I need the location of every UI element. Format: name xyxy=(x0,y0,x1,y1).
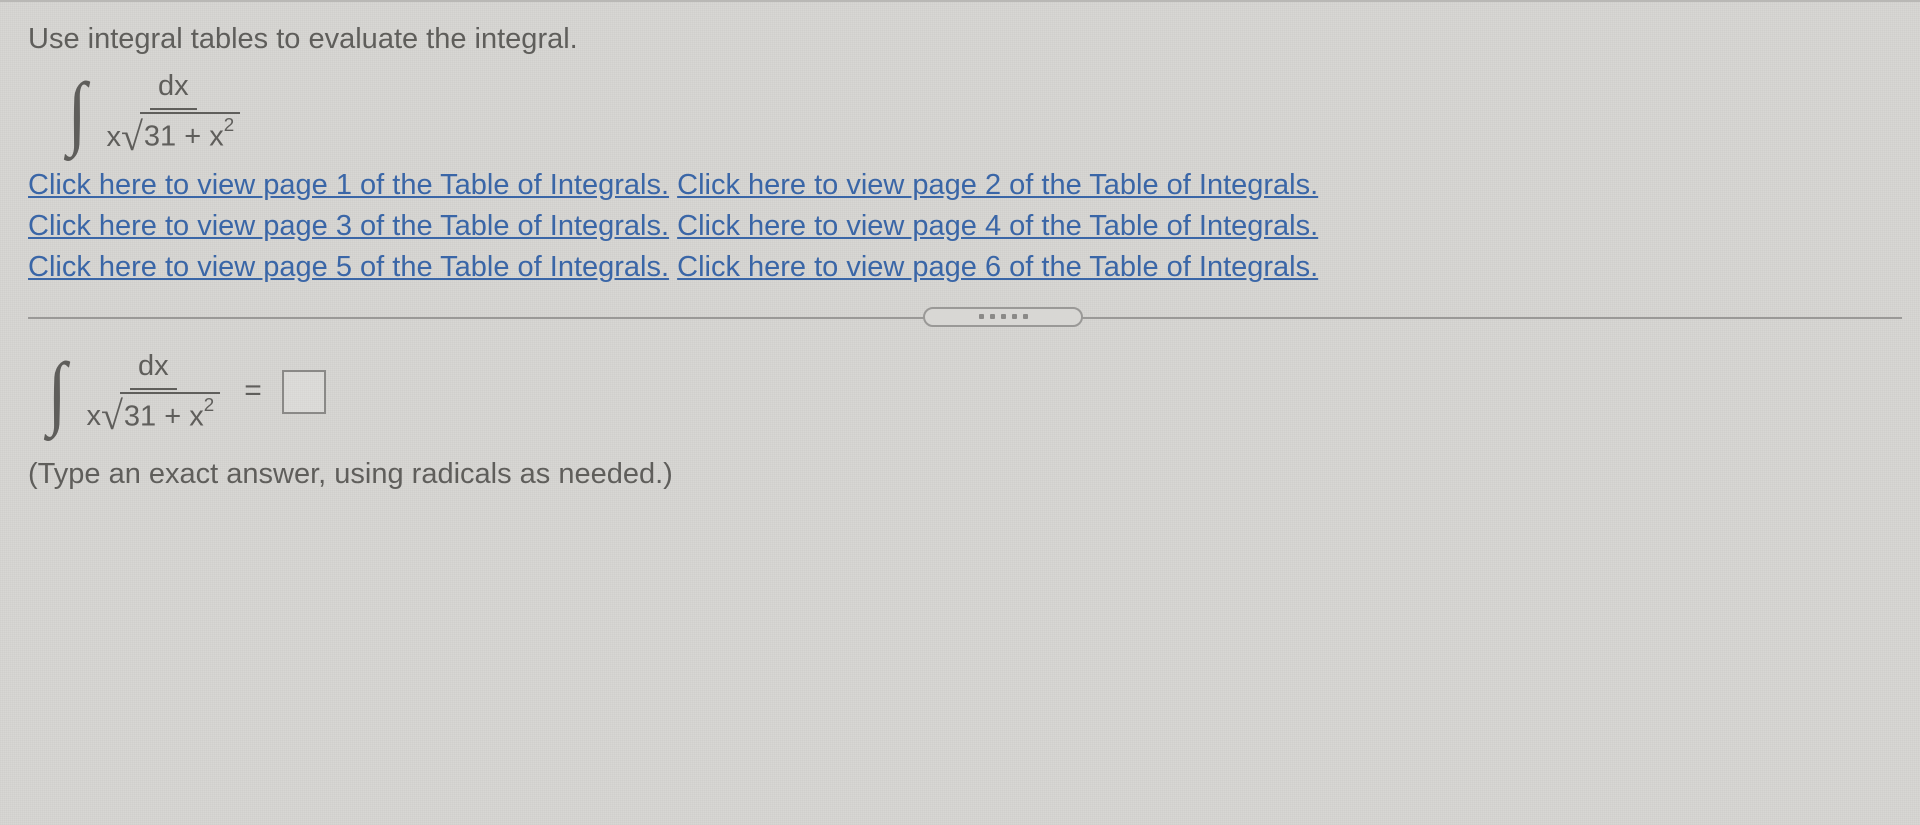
link-table-page-2[interactable]: Click here to view page 2 of the Table o… xyxy=(677,169,1318,201)
dot-icon xyxy=(979,314,984,319)
link-table-page-3[interactable]: Click here to view page 3 of the Table o… xyxy=(28,210,669,242)
link-table-page-5[interactable]: Click here to view page 5 of the Table o… xyxy=(28,251,669,283)
denominator-prefix: x xyxy=(86,397,101,436)
dot-icon xyxy=(1012,314,1017,319)
section-divider xyxy=(28,307,1902,327)
radicand: 31 + x2 xyxy=(120,392,220,437)
exponent: 2 xyxy=(224,114,234,135)
expand-handle[interactable] xyxy=(923,307,1083,327)
fraction-numerator: dx xyxy=(130,347,177,390)
link-table-page-1[interactable]: Click here to view page 1 of the Table o… xyxy=(28,169,669,201)
dot-icon xyxy=(1001,314,1006,319)
fraction-denominator: x √ 31 + x2 xyxy=(102,110,244,157)
fraction: dx x √ 31 + x2 xyxy=(82,347,224,437)
exponent: 2 xyxy=(204,394,214,415)
integral-answer-row: ∫ dx x √ 31 + x2 = xyxy=(46,347,1902,437)
fraction-denominator: x √ 31 + x2 xyxy=(82,390,224,437)
problem-prompt: Use integral tables to evaluate the inte… xyxy=(28,20,1902,59)
reference-links: Click here to view page 1 of the Table o… xyxy=(28,165,1902,289)
integral-sign-icon: ∫ xyxy=(48,357,67,427)
square-root: √ 31 + x2 xyxy=(121,112,240,157)
integral-expression-top: ∫ dx x √ 31 + x2 xyxy=(66,67,1902,157)
dot-icon xyxy=(990,314,995,319)
radicand-base: 31 + x xyxy=(144,121,224,153)
link-table-page-6[interactable]: Click here to view page 6 of the Table o… xyxy=(677,251,1318,283)
equals-sign: = xyxy=(244,371,262,412)
fraction: dx x √ 31 + x2 xyxy=(102,67,244,157)
answer-hint: (Type an exact answer, using radicals as… xyxy=(28,455,1902,494)
answer-input[interactable] xyxy=(282,370,326,414)
link-table-page-4[interactable]: Click here to view page 4 of the Table o… xyxy=(677,210,1318,242)
denominator-prefix: x xyxy=(106,118,121,157)
integral-sign-icon: ∫ xyxy=(68,77,87,147)
radicand: 31 + x2 xyxy=(140,112,240,157)
square-root: √ 31 + x2 xyxy=(101,392,220,437)
radicand-base: 31 + x xyxy=(124,400,204,432)
dot-icon xyxy=(1023,314,1028,319)
fraction-numerator: dx xyxy=(150,67,197,110)
